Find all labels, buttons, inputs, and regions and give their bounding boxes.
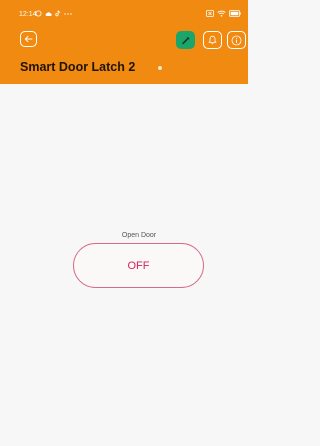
online-indicator bbox=[158, 66, 162, 70]
status-icons-right bbox=[206, 10, 241, 17]
toolbar bbox=[0, 28, 248, 52]
app-header: 12:14 Smart Door Latch 2 bbox=[0, 0, 248, 84]
settings-button[interactable] bbox=[176, 31, 195, 49]
notifications-button[interactable] bbox=[203, 31, 222, 49]
open-door-label: Open Door bbox=[121, 232, 157, 239]
battery-icon bbox=[229, 10, 241, 17]
bell-icon bbox=[208, 35, 217, 45]
door-toggle-state: OFF bbox=[127, 259, 150, 272]
status-bar: 12:14 bbox=[0, 0, 248, 22]
whatsapp-icon bbox=[35, 10, 42, 17]
wrench-icon bbox=[181, 37, 189, 45]
back-icon bbox=[24, 35, 33, 43]
info-button[interactable] bbox=[227, 31, 246, 49]
info-icon bbox=[231, 35, 242, 45]
status-time: 12:14 bbox=[19, 11, 37, 18]
wifi-icon bbox=[217, 10, 226, 17]
more-dots-icon bbox=[64, 12, 72, 15]
device-title: Smart Door Latch 2 bbox=[20, 60, 136, 74]
back-button[interactable] bbox=[20, 31, 37, 47]
close-box-icon bbox=[206, 10, 214, 17]
tiktok-icon bbox=[55, 10, 61, 17]
cloud-icon bbox=[45, 11, 52, 16]
status-icons-left bbox=[35, 10, 72, 17]
door-toggle-button[interactable]: OFF bbox=[73, 243, 204, 288]
